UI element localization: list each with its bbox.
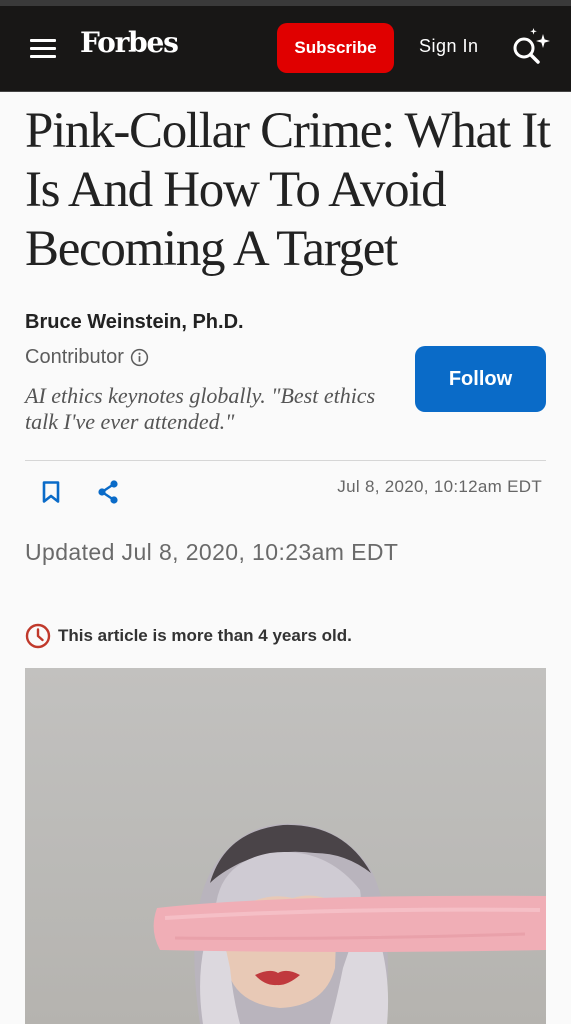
article-headline: Pink-Collar Crime: What It Is And How To…: [25, 103, 551, 277]
info-icon[interactable]: [130, 348, 149, 367]
search-sparkle-icon[interactable]: [510, 28, 552, 68]
subscribe-button[interactable]: Subscribe: [277, 23, 394, 73]
follow-button[interactable]: Follow: [415, 346, 546, 412]
share-icon[interactable]: [96, 479, 120, 505]
updated-date: Updated Jul 8, 2020, 10:23am EDT: [25, 539, 399, 565]
site-header: Forbes Subscribe Sign In: [0, 6, 571, 92]
forbes-logo[interactable]: Forbes: [80, 26, 179, 59]
age-notice-text: This article is more than 4 years old.: [58, 626, 352, 645]
clock-icon: [25, 623, 51, 649]
article-age-notice: This article is more than 4 years old.: [25, 623, 352, 649]
author-role: Contributor: [25, 346, 149, 369]
bookmark-icon[interactable]: [40, 480, 62, 504]
hamburger-menu-icon[interactable]: [30, 39, 56, 59]
author-name[interactable]: Bruce Weinstein, Ph.D.: [25, 311, 244, 334]
sign-in-link[interactable]: Sign In: [419, 36, 479, 57]
author-bio: AI ethics keynotes globally. "Best ethic…: [25, 383, 376, 434]
hero-photo-illustration: [153, 823, 546, 1024]
publish-date: Jul 8, 2020, 10:12am EDT: [337, 477, 542, 496]
divider: [25, 460, 546, 461]
author-role-label: Contributor: [25, 346, 124, 368]
hero-image: [25, 668, 546, 1024]
